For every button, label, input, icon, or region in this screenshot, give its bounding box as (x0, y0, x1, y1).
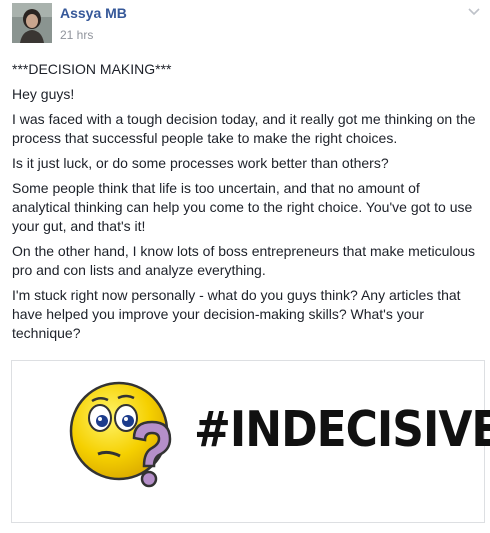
chevron-down-icon[interactable] (466, 5, 482, 19)
post-paragraph: Is it just luck, or do some processes wo… (12, 155, 389, 171)
hashtag-text: #INDECISIVE (194, 401, 490, 459)
confused-emoji-icon (64, 376, 184, 496)
post-timestamp[interactable]: 21 hrs (60, 28, 93, 42)
post-paragraph: Hey guys! (12, 86, 75, 102)
post-paragraph: On the other hand, I know lots of boss e… (12, 243, 476, 278)
post-title: ***DECISION MAKING*** (12, 61, 172, 77)
avatar[interactable] (12, 3, 52, 43)
post-body: ***DECISION MAKING*** Hey guys! I was fa… (12, 60, 478, 349)
author-name[interactable]: Assya MB (60, 5, 127, 21)
image-attachment[interactable]: #INDECISIVE (11, 360, 490, 523)
post-paragraph: I'm stuck right now personally - what do… (12, 287, 461, 341)
post-paragraph: Some people think that life is too uncer… (12, 180, 473, 234)
post-header: Assya MB 21 hrs (12, 3, 482, 49)
post-paragraph: I was faced with a tough decision today,… (12, 111, 476, 146)
